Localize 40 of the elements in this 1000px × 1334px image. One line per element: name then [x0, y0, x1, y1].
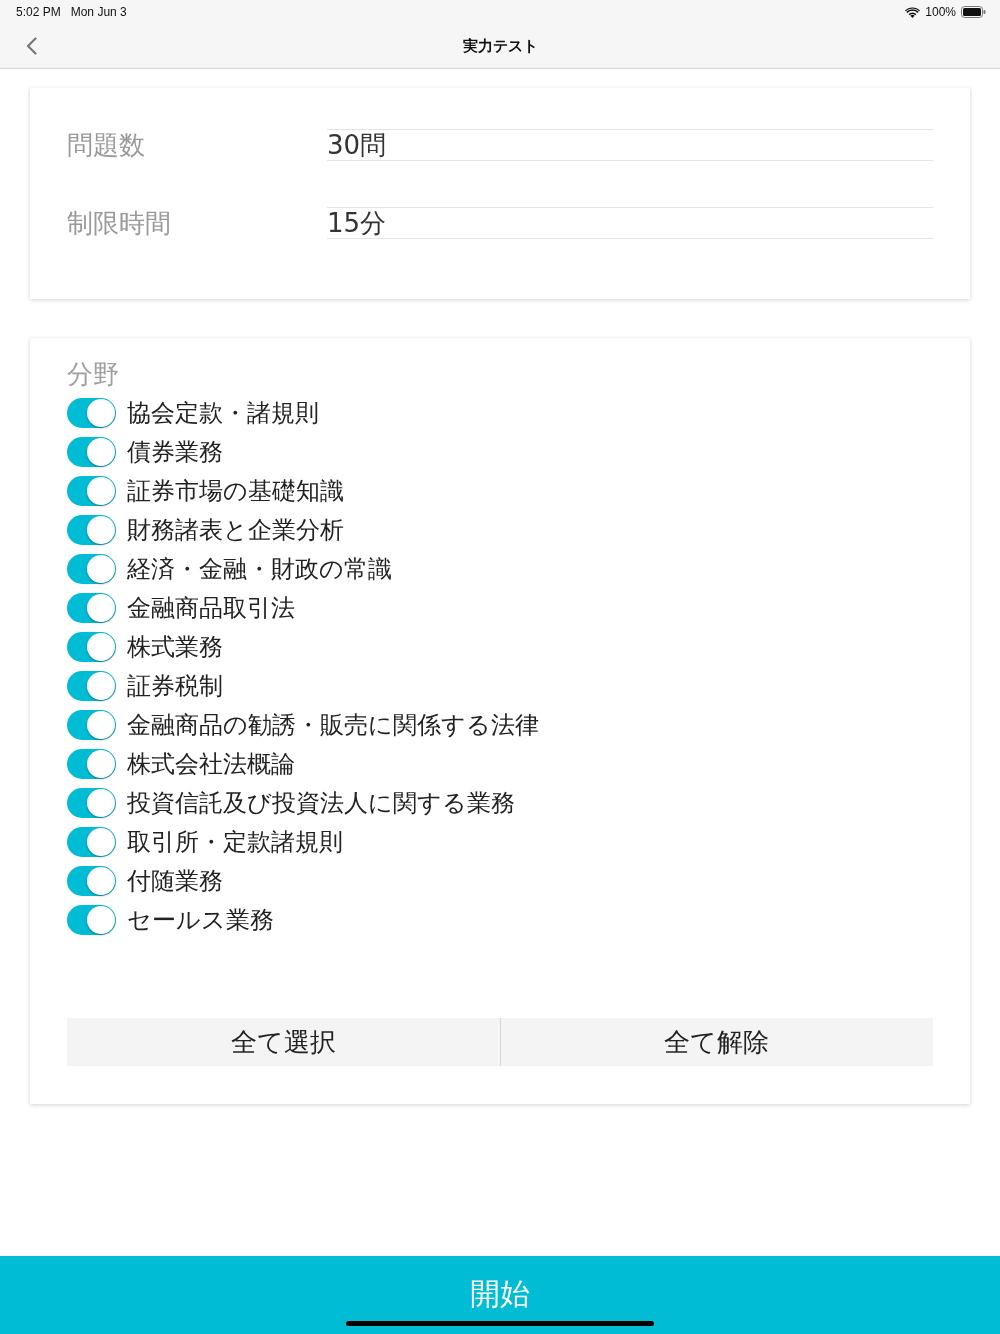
toggle-switch[interactable] — [67, 436, 116, 467]
category-label: 経済・金融・財政の常識 — [127, 553, 392, 585]
toggle-switch[interactable] — [67, 904, 116, 935]
status-time: 5:02 PM — [16, 5, 61, 19]
toggle-switch[interactable] — [67, 631, 116, 662]
toggle-switch[interactable] — [67, 553, 116, 584]
toggle-switch[interactable] — [67, 826, 116, 857]
battery-percent: 100% — [925, 5, 956, 19]
toggle-switch[interactable] — [67, 865, 116, 896]
category-label: 付随業務 — [127, 865, 223, 897]
category-label: 投資信託及び投資法人に関する業務 — [127, 787, 515, 819]
back-icon — [26, 37, 37, 55]
setting-label: 問題数 — [67, 128, 146, 162]
toggle-switch[interactable] — [67, 397, 116, 428]
nav-title: 実力テスト — [462, 36, 538, 56]
toggle-switch[interactable] — [67, 514, 116, 545]
value-picker[interactable]: 30問 — [327, 129, 933, 161]
category-label: 協会定款・諸規則 — [127, 397, 319, 429]
category-label: 取引所・定款諸規則 — [127, 826, 343, 858]
battery-icon — [961, 6, 986, 18]
setting-label: 制限時間 — [67, 206, 172, 240]
category-label: 株式業務 — [127, 631, 223, 663]
value-picker[interactable]: 15分 — [327, 207, 933, 239]
toggle-switch[interactable] — [67, 748, 116, 779]
section-title: 分野 — [67, 359, 120, 390]
category-label: 株式会社法概論 — [127, 748, 295, 780]
toggle-switch[interactable] — [67, 709, 116, 740]
toggle-switch[interactable] — [67, 787, 116, 818]
category-label: 債券業務 — [127, 436, 223, 468]
toggle-switch[interactable] — [67, 670, 116, 701]
status-date: Mon Jun 3 — [70, 5, 127, 19]
toggle-switch[interactable] — [67, 592, 116, 623]
category-label: 証券税制 — [127, 670, 223, 702]
category-label: 財務諸表と企業分析 — [127, 514, 344, 546]
toggle-switch[interactable] — [67, 475, 116, 506]
category-label: セールス業務 — [127, 904, 274, 936]
category-label: 金融商品の勧誘・販売に関係する法律 — [127, 709, 539, 741]
category-label: 金融商品取引法 — [127, 592, 295, 624]
wifi-icon — [905, 6, 921, 18]
category-label: 証券市場の基礎知識 — [127, 475, 344, 507]
